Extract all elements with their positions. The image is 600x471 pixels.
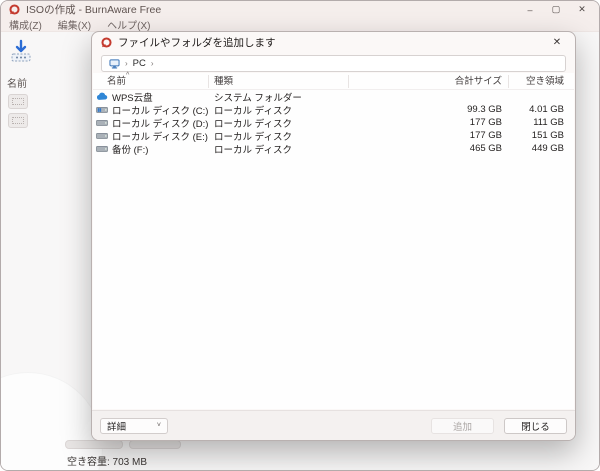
row-total-size: 177 GB — [469, 130, 502, 141]
row-free-space: 111 GB — [533, 117, 564, 128]
row-total-size: 99.3 GB — [467, 104, 502, 115]
row-kind: ローカル ディスク — [214, 118, 292, 130]
row-kind: ローカル ディスク — [214, 105, 292, 117]
row-kind: ローカル ディスク — [214, 144, 292, 156]
drive-icon — [96, 133, 108, 139]
add-files-toolbar-button[interactable] — [9, 39, 33, 63]
list-row-drive-c[interactable]: ローカル ディスク (C:) ローカル ディスク 99.3 GB 4.01 GB — [93, 103, 574, 117]
minimize-button[interactable]: – — [517, 1, 543, 18]
column-divider — [348, 75, 349, 88]
drive-icon — [96, 146, 108, 152]
pc-icon — [109, 58, 120, 68]
main-list-column-name[interactable]: 名前 — [7, 75, 27, 90]
column-header-total-size[interactable]: 合計サイズ — [348, 73, 508, 89]
file-list: ^ 名前 種類 合計サイズ 空き領域 WPS云盘 システム フォルダー ローカル… — [93, 72, 574, 409]
list-row-wps-cloud[interactable]: WPS云盘 システム フォルダー — [93, 90, 574, 104]
drive-icon — [96, 120, 108, 126]
screenshot-stage: ISOの作成 - BurnAware Free – ▢ ✕ 構成(Z) 編集(X… — [0, 0, 600, 471]
menu-item-edit[interactable]: 編集(X) — [58, 17, 91, 32]
chevron-right-icon: › — [125, 59, 128, 68]
close-button[interactable]: ✕ — [569, 1, 595, 18]
drive-windows-icon — [96, 107, 108, 113]
dialog-logo-icon — [101, 37, 112, 48]
row-kind: ローカル ディスク — [214, 131, 292, 143]
menubar: 構成(Z) 編集(X) ヘルプ(X) — [1, 18, 599, 32]
row-total-size: 177 GB — [469, 117, 502, 128]
chevron-right-icon: › — [150, 59, 154, 68]
view-mode-select[interactable]: 詳細 ˅ — [100, 417, 168, 434]
menu-item-compilation[interactable]: 構成(Z) — [9, 17, 42, 32]
dialog-close-button[interactable]: ✕ — [542, 32, 572, 53]
add-files-dialog: ファイルやフォルダを追加します ✕ › PC › ^ 名前 種類 合計サイズ 空… — [91, 31, 576, 441]
close-dialog-button[interactable]: 閉じる — [504, 417, 567, 434]
burnaware-main-window: ISOの作成 - BurnAware Free – ▢ ✕ 構成(Z) 編集(X… — [0, 0, 600, 471]
menu-item-help[interactable]: ヘルプ(X) — [107, 17, 150, 32]
address-bar[interactable]: › PC › — [101, 55, 566, 72]
window-title: ISOの作成 - BurnAware Free — [26, 4, 162, 16]
dialog-titlebar: ファイルやフォルダを追加します ✕ — [92, 32, 575, 53]
add-files-icon — [11, 39, 31, 62]
list-row-drive-f[interactable]: 备份 (F:) ローカル ディスク 465 GB 449 GB — [93, 142, 574, 156]
row-name: ローカル ディスク (C:) — [112, 105, 208, 117]
dialog-title: ファイルやフォルダを追加します — [118, 37, 276, 49]
free-space-status: 空き容量: 703 MB — [67, 457, 148, 468]
toolbar-icon[interactable] — [8, 113, 28, 128]
column-header-kind[interactable]: 種類 — [208, 73, 348, 89]
list-row-drive-d[interactable]: ローカル ディスク (D:) ローカル ディスク 177 GB 111 GB — [93, 116, 574, 130]
column-divider — [208, 75, 209, 88]
row-kind: システム フォルダー — [214, 92, 302, 104]
column-header-name[interactable]: 名前 — [93, 73, 208, 89]
list-header-row: ^ 名前 種類 合計サイズ 空き領域 — [93, 72, 574, 90]
burnaware-logo-icon — [9, 4, 20, 15]
view-mode-value: 詳細 — [107, 421, 127, 433]
maximize-button[interactable]: ▢ — [543, 1, 569, 18]
sort-ascending-icon: ^ — [126, 72, 130, 79]
window-titlebar: ISOの作成 - BurnAware Free – ▢ ✕ — [1, 1, 599, 18]
row-name: 备份 (F:) — [112, 144, 149, 156]
row-name: WPS云盘 — [112, 92, 153, 104]
dialog-footer: 詳細 ˅ 追加 閉じる — [92, 410, 575, 440]
row-free-space: 4.01 GB — [529, 104, 564, 115]
chevron-down-icon: ˅ — [156, 422, 161, 429]
row-total-size: 465 GB — [469, 143, 502, 154]
capacity-bar-segment — [129, 440, 181, 449]
cloud-icon — [96, 92, 108, 100]
list-row-drive-e[interactable]: ローカル ディスク (E:) ローカル ディスク 177 GB 151 GB — [93, 129, 574, 143]
capacity-bar-segment — [65, 440, 123, 449]
toolbar-icon[interactable] — [8, 94, 28, 109]
add-button[interactable]: 追加 — [431, 417, 494, 434]
row-free-space: 449 GB — [531, 143, 564, 154]
row-name: ローカル ディスク (E:) — [112, 131, 208, 143]
row-free-space: 151 GB — [531, 130, 564, 141]
column-header-free-space[interactable]: 空き領域 — [508, 73, 570, 89]
breadcrumb-location-pc[interactable]: PC — [133, 58, 146, 69]
row-name: ローカル ディスク (D:) — [112, 118, 208, 130]
column-divider — [508, 75, 509, 88]
